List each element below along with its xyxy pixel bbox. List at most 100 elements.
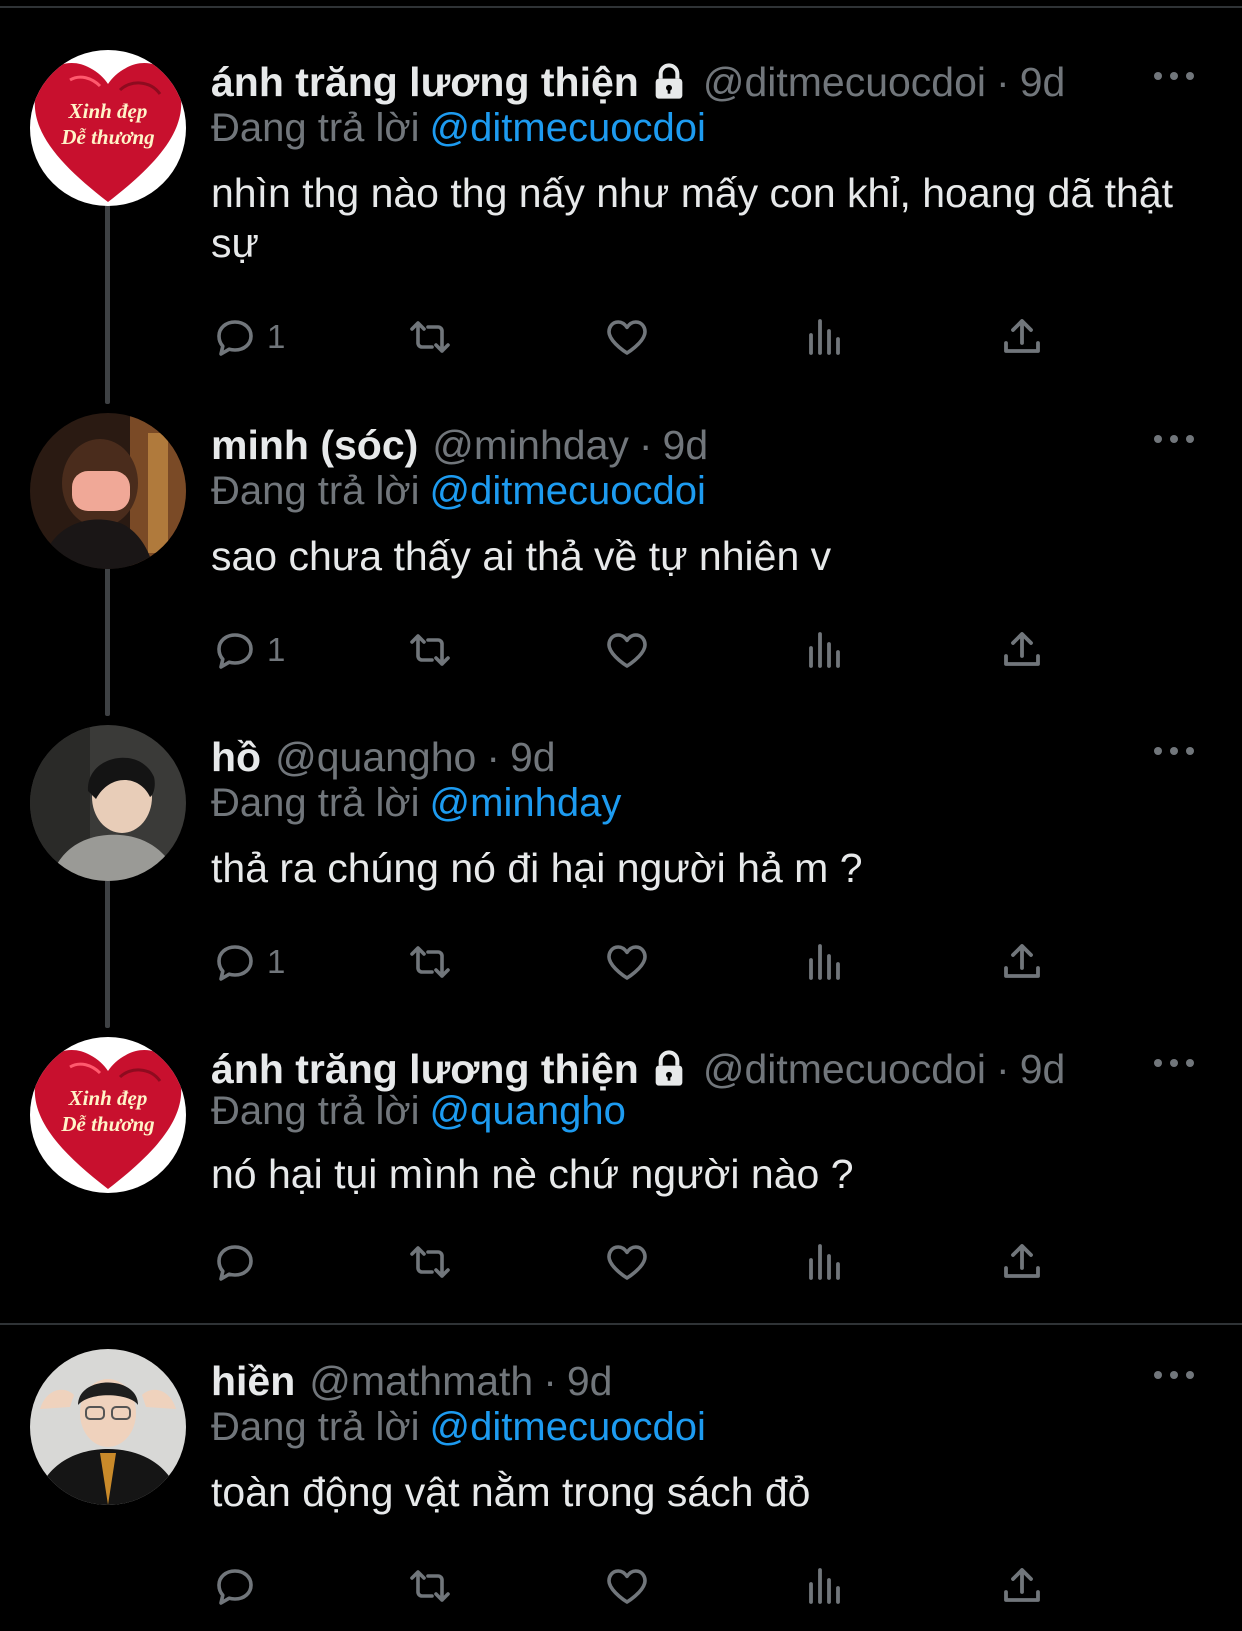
svg-text:Dễ thương: Dễ thương [60, 1112, 154, 1136]
user-handle[interactable]: @mathmath [309, 1355, 533, 1407]
views-button[interactable] [801, 1237, 849, 1287]
display-name[interactable]: hồ [211, 731, 261, 783]
reply-button[interactable]: 1 [211, 937, 285, 987]
tweet-text: toàn động vật nằm trong sách đỏ [211, 1469, 811, 1515]
tweet[interactable]: minh (sóc) @minhday · 9d Đang trả lời @di… [0, 413, 1242, 713]
views-icon [809, 1244, 840, 1280]
mention-link[interactable]: @minhday [430, 781, 622, 825]
display-name[interactable]: hiền [211, 1355, 295, 1407]
reply-icon [217, 320, 253, 356]
reply-button[interactable]: 1 [211, 625, 285, 675]
more-icon[interactable] [1154, 66, 1194, 86]
more-icon[interactable] [1154, 1053, 1194, 1073]
tweet-text: thả ra chúng nó đi hại người hả m ? [211, 845, 863, 891]
views-button[interactable] [801, 1561, 849, 1611]
mention-link[interactable]: @ditmecuocdoi [430, 106, 706, 150]
like-icon [607, 1245, 647, 1280]
user-handle[interactable]: @ditmecuocdoi [703, 56, 986, 108]
timestamp[interactable]: 9d [1020, 1043, 1066, 1095]
user-handle[interactable]: @minhday [432, 419, 629, 471]
mention-link[interactable]: @ditmecuocdoi [430, 1405, 706, 1449]
views-button[interactable] [801, 937, 849, 987]
separator: · [996, 59, 1010, 105]
reply-count: 1 [267, 631, 286, 668]
reply-count: 1 [267, 943, 286, 980]
like-button[interactable] [603, 625, 651, 675]
svg-text:Dễ thương: Dễ thương [60, 125, 154, 149]
views-icon [809, 319, 840, 355]
avatar[interactable] [30, 413, 186, 569]
more-icon[interactable] [1154, 741, 1194, 761]
reply-button[interactable] [211, 1237, 267, 1287]
mention-link[interactable]: @quangho [430, 1089, 626, 1133]
tweet[interactable]: Xinh đẹp Dễ thương ánh trăng lương thiện… [0, 1037, 1242, 1327]
retweet-button[interactable] [406, 312, 454, 362]
separator: · [996, 1046, 1010, 1092]
reply-button[interactable] [211, 1561, 267, 1611]
retweet-icon [410, 1570, 450, 1602]
avatar[interactable]: Xinh đẹp Dễ thương [30, 50, 186, 206]
retweet-icon [410, 321, 450, 353]
lock-icon [655, 63, 683, 99]
reply-icon [217, 945, 253, 981]
retweet-icon [410, 634, 450, 666]
share-icon [1004, 944, 1040, 978]
views-button[interactable] [801, 625, 849, 675]
like-button[interactable] [603, 312, 651, 362]
like-button[interactable] [603, 1561, 651, 1611]
timestamp[interactable]: 9d [510, 731, 556, 783]
like-button[interactable] [603, 1237, 651, 1287]
tweet[interactable]: Xinh đẹp Dễ thương ánh trăng lương thiện… [0, 50, 1242, 390]
display-name[interactable]: minh (sóc) [211, 419, 418, 471]
replying-to-label: Đang trả lời [211, 469, 420, 513]
action-bar [211, 1561, 1091, 1611]
like-button[interactable] [603, 937, 651, 987]
heart-avatar-image: Xinh đẹp Dễ thương [30, 50, 186, 206]
action-bar: 1 [211, 937, 1091, 987]
share-icon [1004, 1568, 1040, 1602]
avatar[interactable] [30, 1349, 186, 1505]
user-handle[interactable]: @ditmecuocdoi [703, 1043, 986, 1095]
reply-icon [217, 1569, 253, 1605]
more-icon[interactable] [1154, 1365, 1194, 1385]
reply-icon [217, 633, 253, 669]
more-icon[interactable] [1154, 429, 1194, 449]
svg-text:Xinh đẹp: Xinh đẹp [68, 99, 148, 123]
heart-avatar-image: Xinh đẹp Dễ thương [30, 1037, 186, 1193]
views-icon [809, 632, 840, 668]
tweet[interactable]: hiền @mathmath · 9d Đang trả lời @ditmecu… [0, 1349, 1242, 1631]
share-button[interactable] [998, 625, 1046, 675]
tweet[interactable]: hồ @quangho · 9d Đang trả lời @minhday th… [0, 725, 1242, 1025]
views-button[interactable] [801, 312, 849, 362]
profile-photo [30, 1349, 186, 1505]
share-icon [1004, 319, 1040, 353]
user-handle[interactable]: @quangho [275, 731, 476, 783]
tweet-text: nhìn thg nào thg nấy như mấy con khỉ, ho… [211, 170, 1174, 266]
share-icon [1004, 632, 1040, 666]
avatar[interactable]: Xinh đẹp Dễ thương [30, 1037, 186, 1193]
profile-photo [30, 725, 186, 881]
retweet-button[interactable] [406, 625, 454, 675]
timestamp[interactable]: 9d [567, 1355, 613, 1407]
share-icon [1004, 1244, 1040, 1278]
mention-link[interactable]: @ditmecuocdoi [430, 469, 706, 513]
tweet-text: nó hại tụi mình nè chứ người nào ? [211, 1151, 854, 1197]
timestamp[interactable]: 9d [1020, 56, 1066, 108]
retweet-button[interactable] [406, 1561, 454, 1611]
replying-to: Đang trả lời @ditmecuocdoi [211, 465, 706, 517]
tweet-header: ánh trăng lương thiện @ditmecuocdoi · 9d [211, 56, 1065, 108]
action-bar: 1 [211, 625, 1091, 675]
svg-text:Xinh đẹp: Xinh đẹp [68, 1086, 148, 1110]
display-name[interactable]: ánh trăng lương thiện [211, 56, 639, 108]
retweet-button[interactable] [406, 937, 454, 987]
timestamp[interactable]: 9d [663, 419, 709, 471]
share-button[interactable] [998, 312, 1046, 362]
tweet-header: hồ @quangho · 9d [211, 731, 556, 783]
share-button[interactable] [998, 937, 1046, 987]
share-button[interactable] [998, 1561, 1046, 1611]
share-button[interactable] [998, 1237, 1046, 1287]
avatar[interactable] [30, 725, 186, 881]
replying-to-label: Đang trả lời [211, 1089, 420, 1133]
reply-button[interactable]: 1 [211, 312, 285, 362]
retweet-button[interactable] [406, 1237, 454, 1287]
